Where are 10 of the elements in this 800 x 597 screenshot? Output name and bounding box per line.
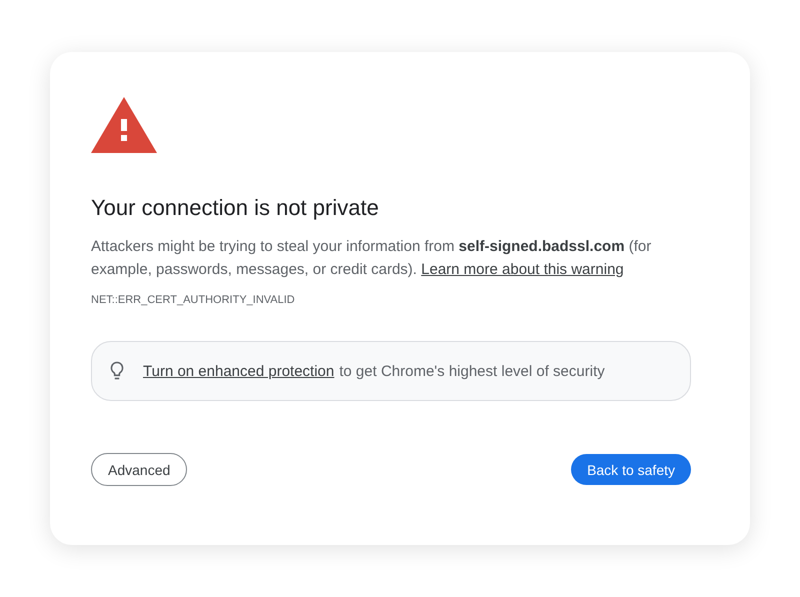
- enhanced-protection-link[interactable]: Turn on enhanced protection: [143, 362, 334, 380]
- page-title: Your connection is not private: [91, 194, 380, 222]
- lightbulb-icon: [110, 361, 124, 381]
- back-to-safety-button[interactable]: Back to safety: [571, 454, 691, 485]
- banner-text: to get Chrome's highest level of security: [339, 362, 605, 380]
- learn-more-link[interactable]: Learn more about this warning: [421, 261, 624, 278]
- warning-icon: [91, 97, 157, 153]
- advanced-button[interactable]: Advanced: [91, 453, 188, 486]
- warning-message: Attackers might be trying to steal your information from self-signed.badssl.com (for example, passwords, messages, or credit cards). Learn more about this warning: [91, 237, 652, 280]
- error-code: NET::ERR_CERT_AUTHORITY_INVALID: [91, 294, 296, 306]
